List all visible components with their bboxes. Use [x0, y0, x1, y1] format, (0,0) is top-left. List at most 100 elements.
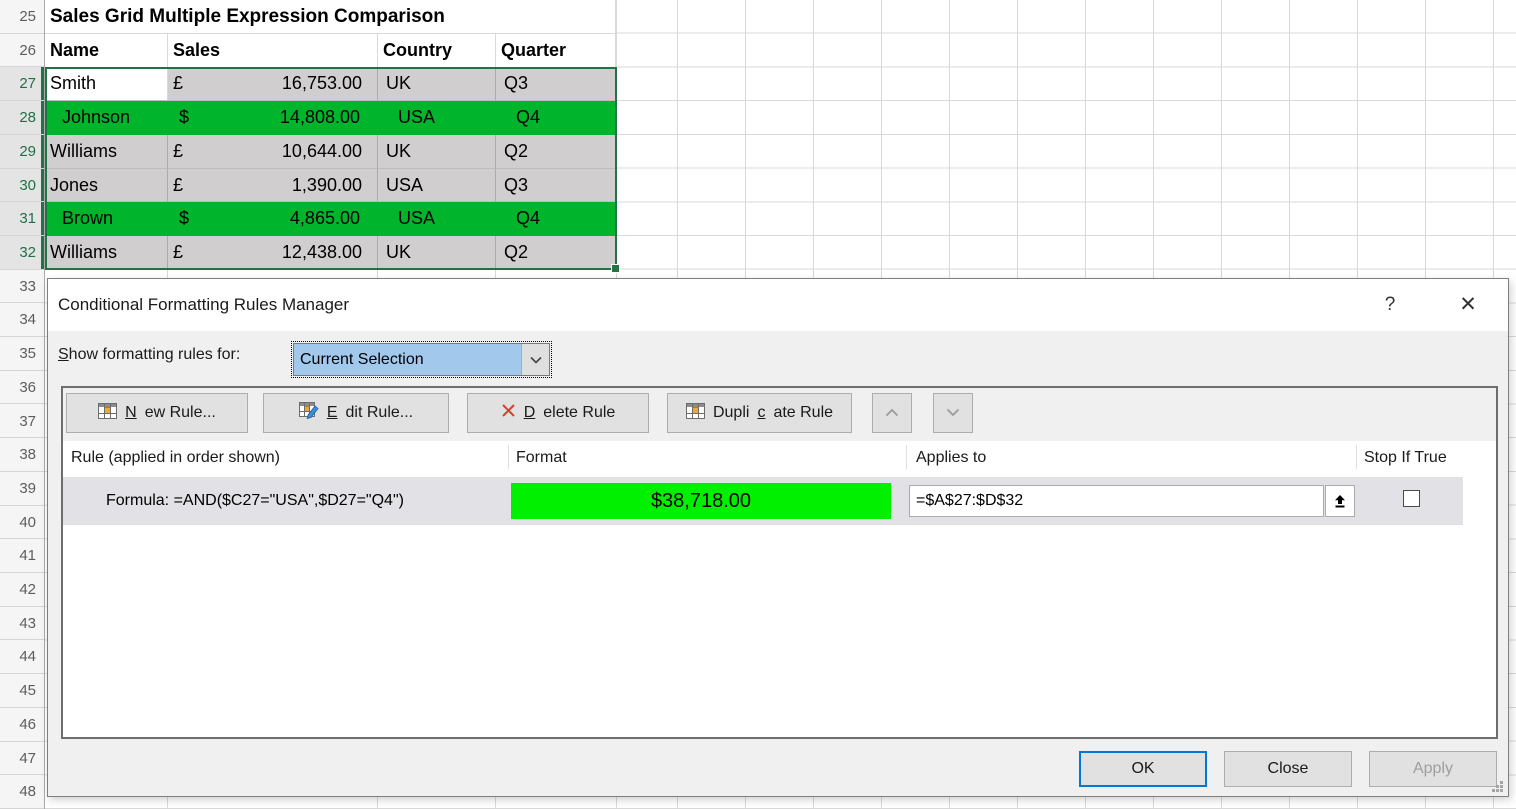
- cell-D27[interactable]: Q3: [496, 67, 616, 101]
- dialog-title: Conditional Formatting Rules Manager: [58, 279, 349, 331]
- cell-A27[interactable]: Smith: [45, 67, 168, 101]
- close-icon[interactable]: ✕: [1454, 279, 1482, 331]
- table-edit-pencil-icon: [299, 402, 319, 424]
- column-header-name[interactable]: Name: [45, 34, 168, 68]
- cell-A32[interactable]: Williams: [45, 236, 168, 270]
- cell-D29[interactable]: Q2: [496, 135, 616, 169]
- chevron-down-icon: [946, 404, 960, 422]
- duplicate-rule-button[interactable]: Duplicate Rule: [667, 393, 852, 433]
- row-header-46[interactable]: 46: [0, 708, 44, 742]
- sales-amount: 1,390.00: [168, 169, 377, 203]
- sales-amount: 12,438.00: [168, 236, 377, 270]
- conditional-formatting-rules-manager-dialog: Conditional Formatting Rules Manager ? ✕…: [47, 278, 1509, 797]
- move-rule-down-button[interactable]: [933, 393, 973, 433]
- row-header-28[interactable]: 28: [0, 101, 44, 135]
- row-header-45[interactable]: 45: [0, 674, 44, 708]
- header-divider: [906, 445, 907, 469]
- sheet-header-row: Name Sales Country Quarter: [45, 34, 616, 68]
- currency-symbol: $: [179, 101, 189, 135]
- row-header-37[interactable]: 37: [0, 405, 44, 439]
- row-header-43[interactable]: 43: [0, 607, 44, 641]
- row-header-36[interactable]: 36: [0, 371, 44, 405]
- column-header-country[interactable]: Country: [378, 34, 496, 68]
- row-header-47[interactable]: 47: [0, 742, 44, 776]
- dropdown-selected-value[interactable]: Current Selection: [294, 344, 521, 375]
- row-header-38[interactable]: 38: [0, 438, 44, 472]
- cell-A31[interactable]: Brown: [45, 202, 168, 236]
- row-header-34[interactable]: 34: [0, 303, 44, 337]
- row-header-40[interactable]: 40: [0, 506, 44, 540]
- header-divider: [1356, 445, 1357, 469]
- row-header-27[interactable]: 27: [0, 67, 44, 101]
- cell-B29[interactable]: £10,644.00: [168, 135, 378, 169]
- row-header-44[interactable]: 44: [0, 640, 44, 674]
- rules-list-panel: New Rule... Edit Rule... Delete Rule Dup…: [61, 386, 1498, 739]
- close-button[interactable]: Close: [1224, 751, 1352, 787]
- column-header-quarter[interactable]: Quarter: [496, 34, 616, 68]
- cell-C32[interactable]: UK: [378, 236, 496, 270]
- help-icon[interactable]: ?: [1376, 279, 1404, 331]
- row-header-31[interactable]: 31: [0, 202, 44, 236]
- ok-button[interactable]: OK: [1079, 751, 1207, 787]
- row-header-48[interactable]: 48: [0, 775, 44, 809]
- cell-B27[interactable]: £16,753.00: [168, 67, 378, 101]
- format-preview[interactable]: $38,718.00: [511, 483, 891, 519]
- row-header-39[interactable]: 39: [0, 472, 44, 506]
- edit-rule-button[interactable]: Edit Rule...: [263, 393, 449, 433]
- sheet-row-30[interactable]: Jones£1,390.00USAQ3: [45, 169, 616, 203]
- cell-C28[interactable]: USA: [378, 101, 496, 135]
- cell-B31[interactable]: $4,865.00: [168, 202, 378, 236]
- row-header-41[interactable]: 41: [0, 539, 44, 573]
- row-header-25[interactable]: 25: [0, 0, 44, 34]
- apply-button[interactable]: Apply: [1369, 751, 1497, 787]
- sheet-row-29[interactable]: Williams£10,644.00UKQ2: [45, 135, 616, 169]
- move-rule-up-button[interactable]: [872, 393, 912, 433]
- row-header-33[interactable]: 33: [0, 270, 44, 304]
- currency-symbol: £: [173, 169, 183, 203]
- column-header-sales[interactable]: Sales: [168, 34, 378, 68]
- cell-C30[interactable]: USA: [378, 169, 496, 203]
- sheet-row-31[interactable]: Brown$4,865.00USAQ4: [45, 202, 616, 236]
- currency-symbol: £: [173, 67, 183, 101]
- cell-D28[interactable]: Q4: [496, 101, 616, 135]
- cell-A29[interactable]: Williams: [45, 135, 168, 169]
- sheet-row-27[interactable]: Smith£16,753.00UKQ3: [45, 67, 616, 101]
- cell-B30[interactable]: £1,390.00: [168, 169, 378, 203]
- cell-A30[interactable]: Jones: [45, 169, 168, 203]
- new-rule-button[interactable]: New Rule...: [66, 393, 248, 433]
- rules-list-header: Rule (applied in order shown) Format App…: [63, 441, 1496, 474]
- header-rule: Rule (applied in order shown): [71, 441, 280, 474]
- cell-D30[interactable]: Q3: [496, 169, 616, 203]
- row-header-42[interactable]: 42: [0, 573, 44, 607]
- sheet-row-32[interactable]: Williams£12,438.00UKQ2: [45, 236, 616, 270]
- red-x-icon: [501, 403, 516, 423]
- row-header-30[interactable]: 30: [0, 169, 44, 203]
- dialog-titlebar[interactable]: Conditional Formatting Rules Manager ? ✕: [48, 279, 1508, 331]
- collapse-dialog-icon[interactable]: [1325, 485, 1355, 517]
- sheet-row-28[interactable]: Johnson$14,808.00USAQ4: [45, 101, 616, 135]
- rule-row[interactable]: Formula: =AND($C27="USA",$D27="Q4") $38,…: [63, 477, 1463, 525]
- applies-to-input[interactable]: [909, 485, 1324, 517]
- stop-if-true-checkbox[interactable]: [1403, 490, 1420, 507]
- cell-A28[interactable]: Johnson: [45, 101, 168, 135]
- sales-amount: 16,753.00: [168, 67, 377, 101]
- cell-D32[interactable]: Q2: [496, 236, 616, 270]
- header-format: Format: [516, 441, 567, 474]
- header-stop-if-true: Stop If True: [1364, 441, 1447, 474]
- row-header-35[interactable]: 35: [0, 337, 44, 371]
- row-header-32[interactable]: 32: [0, 236, 44, 270]
- sheet-title-cell[interactable]: Sales Grid Multiple Expression Compariso…: [45, 0, 616, 34]
- chevron-up-icon: [885, 404, 899, 422]
- cell-D31[interactable]: Q4: [496, 202, 616, 236]
- cell-B32[interactable]: £12,438.00: [168, 236, 378, 270]
- cell-C27[interactable]: UK: [378, 67, 496, 101]
- row-header-26[interactable]: 26: [0, 34, 44, 68]
- cell-B28[interactable]: $14,808.00: [168, 101, 378, 135]
- delete-rule-button[interactable]: Delete Rule: [467, 393, 649, 433]
- chevron-down-icon[interactable]: [521, 344, 549, 375]
- cell-C29[interactable]: UK: [378, 135, 496, 169]
- show-rules-for-dropdown[interactable]: Current Selection: [293, 343, 550, 376]
- cell-C31[interactable]: USA: [378, 202, 496, 236]
- resize-grip[interactable]: [1491, 780, 1503, 792]
- row-header-29[interactable]: 29: [0, 135, 44, 169]
